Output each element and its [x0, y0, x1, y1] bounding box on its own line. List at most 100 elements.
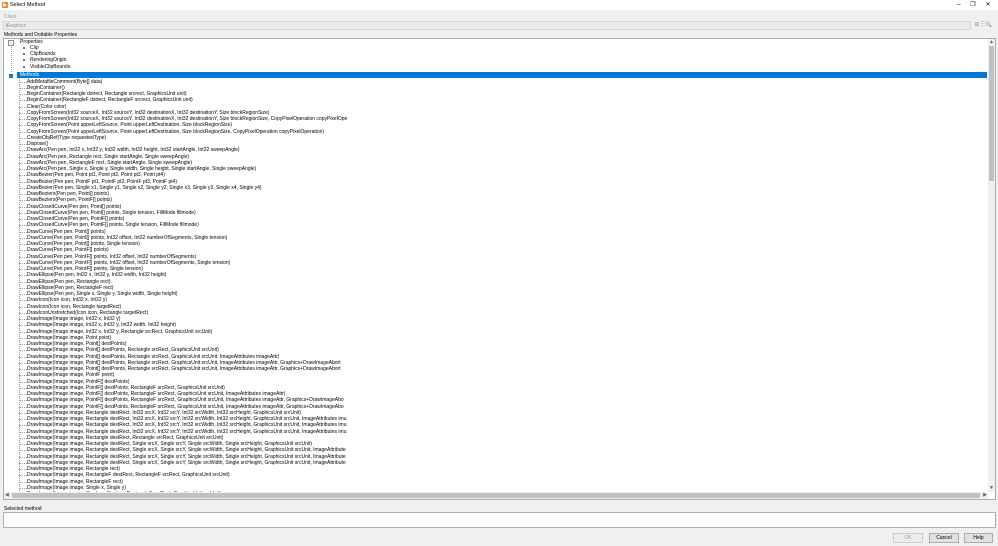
restore-button[interactable]: ❐: [966, 1, 980, 9]
tree-item-method[interactable]: DrawImage(Image image, Rectangle destRec…: [27, 416, 346, 422]
tree-item-method[interactable]: DrawImage(Image image, Rectangle destRec…: [27, 435, 223, 441]
tree-item-method[interactable]: DrawBeziers(Pen pen, PointF[] points): [27, 197, 112, 203]
tree-line: [19, 87, 27, 89]
tree-item-method[interactable]: DrawCurve(Pen pen, PointF[] points): [27, 247, 109, 253]
vertical-scroll-thumb[interactable]: [989, 46, 994, 181]
tree-item-method[interactable]: DrawImage(Image image, Rectangle rect): [27, 466, 120, 472]
tree-item-method[interactable]: CopyFromScreen(Point upperLeftSource, Po…: [27, 129, 324, 135]
tree-item-property[interactable]: VisibleClipBounds: [30, 64, 70, 70]
scroll-down-icon[interactable]: ▼: [989, 485, 994, 492]
tree-item-method[interactable]: DrawBeziers(Pen pen, Point[] points): [27, 191, 109, 197]
tree-node-methods[interactable]: Methods: [20, 72, 39, 78]
tree-item-method[interactable]: DrawImage(Image image, Rectangle destRec…: [27, 429, 346, 435]
tree-item-method[interactable]: DrawCurve(Pen pen, PointF[] points, Int3…: [27, 254, 196, 260]
tree-item-method[interactable]: DrawEllipse(Pen pen, Int32 x, Int32 y, I…: [27, 272, 166, 278]
collapse-properties-icon[interactable]: –: [8, 40, 14, 46]
tree-item-property[interactable]: ClipBounds: [30, 51, 56, 57]
scroll-right-icon[interactable]: ▶: [983, 492, 987, 499]
tree-item-method[interactable]: CopyFromScreen(Int32 sourceX, Int32 sour…: [27, 116, 347, 122]
vertical-scrollbar[interactable]: ▲ ▼: [988, 39, 995, 492]
tree-item-method[interactable]: DrawArc(Pen pen, RectangleF rect, Single…: [27, 160, 192, 166]
tree-item-method[interactable]: DrawCurve(Pen pen, PointF[] points, Int3…: [27, 260, 230, 266]
tree-item-method[interactable]: DrawImage(Image image, Point[] destPoint…: [27, 366, 341, 372]
cancel-button[interactable]: Cancel: [929, 533, 959, 543]
tree-item-method[interactable]: DrawCurve(Pen pen, Point[] points, Singl…: [27, 241, 140, 247]
tree-item-method[interactable]: DrawImage(Image image, Point point): [27, 335, 111, 341]
tree-item-method[interactable]: DrawImage(Image image, PointF[] destPoin…: [27, 379, 130, 385]
minimize-button[interactable]: –: [952, 1, 966, 9]
tree-item-method[interactable]: DrawImage(Image image, RectangleF destRe…: [27, 472, 230, 478]
ok-button[interactable]: OK: [893, 533, 923, 543]
tree-item-method[interactable]: DrawImage(Image image, Point[] destPoint…: [27, 360, 341, 366]
selected-method-field[interactable]: [3, 512, 996, 528]
tree-item-method[interactable]: CopyFromScreen(Point upperLeftSource, Po…: [27, 122, 232, 128]
tree-item-method[interactable]: DrawBezier(Pen pen, Single x1, Single y1…: [27, 185, 262, 191]
selection-highlight: [17, 72, 987, 78]
tree-item-method[interactable]: BeginContainer(): [27, 85, 65, 91]
tree-item-method[interactable]: DrawArc(Pen pen, Int32 x, Int32 y, Int32…: [27, 147, 240, 153]
tree-line: [19, 250, 27, 252]
tree-item-method[interactable]: DrawCurve(Pen pen, Point[] points, Int32…: [27, 235, 227, 241]
tree-item-method[interactable]: DrawImage(Image image, Int32 x, Int32 y): [27, 316, 120, 322]
tree-item-method[interactable]: DrawArc(Pen pen, Rectangle rect, Single …: [27, 154, 189, 160]
tree-item-method[interactable]: DrawImage(Image image, Point[] destPoint…: [27, 347, 219, 353]
tree-item-method[interactable]: CopyFromScreen(Int32 sourceX, Int32 sour…: [27, 110, 269, 116]
help-button[interactable]: Help: [964, 533, 993, 543]
tree-item-method[interactable]: DrawImage(Image image, Rectangle destRec…: [27, 454, 346, 460]
tree-item-method[interactable]: DrawImage(Image image, Point[] destPoint…: [27, 354, 279, 360]
tree-item-method[interactable]: DrawCurve(Pen pen, Point[] points): [27, 229, 106, 235]
tree-item-method[interactable]: DrawBezier(Pen pen, PointF pt1, PointF p…: [27, 179, 177, 185]
tree-line: [19, 487, 27, 489]
tree-item-method[interactable]: DrawImage(Image image, Rectangle destRec…: [27, 460, 346, 466]
tree-item-method[interactable]: DrawImage(Image image, Rectangle destRec…: [27, 447, 346, 453]
tree-item-method[interactable]: DrawImage(Image image, PointF point): [27, 372, 114, 378]
tree-line: [19, 325, 27, 327]
scroll-up-icon[interactable]: ▲: [989, 39, 994, 46]
tree-item-method[interactable]: DrawEllipse(Pen pen, Rectangle rect): [27, 279, 110, 285]
tree-item-method[interactable]: DrawImage(Image image, PointF[] destPoin…: [27, 397, 344, 403]
scroll-left-icon[interactable]: ◀: [5, 492, 9, 499]
horizontal-scroll-thumb[interactable]: [12, 493, 980, 498]
tree-item-method[interactable]: BeginContainer(RectangleF dstrect, Recta…: [27, 97, 193, 103]
collapse-methods-icon[interactable]: –: [8, 73, 14, 79]
tree-item-method[interactable]: DrawArc(Pen pen, Single x, Single y, Sin…: [27, 166, 256, 172]
tree-item-method[interactable]: DrawEllipse(Pen pen, Single x, Single y,…: [27, 291, 178, 297]
tree-item-method[interactable]: AddMetafileComment(Byte[] data): [27, 79, 102, 85]
tree-item-method[interactable]: DrawImage(Image image, Rectangle destRec…: [27, 441, 312, 447]
tree-item-method[interactable]: BeginContainer(Rectangle dstrect, Rectan…: [27, 91, 187, 97]
tree-item-method[interactable]: DrawIcon(Icon icon, Rectangle targetRect…: [27, 304, 121, 310]
tree-item-method[interactable]: DrawIconUnstretched(Icon icon, Rectangle…: [27, 310, 148, 316]
chevron-down-icon[interactable]: ▾: [6, 23, 968, 29]
tree-item-method[interactable]: DrawBezier(Pen pen, Point pt1, Point pt2…: [27, 172, 165, 178]
tree-item-method[interactable]: DrawClosedCurve(Pen pen, PointF[] points…: [27, 222, 199, 228]
tree-item-method[interactable]: DrawClosedCurve(Pen pen, Point[] points,…: [27, 210, 196, 216]
tree-item-method[interactable]: DrawImage(Image image, PointF[] destPoin…: [27, 385, 225, 391]
methods-tree[interactable]: – Properties – Methods Clip ClipBounds Ren…: [3, 38, 996, 500]
tree-item-method[interactable]: DrawImage(Image image, Int32 x, Int32 y,…: [27, 322, 176, 328]
tree-item-method[interactable]: DrawImage(Image image, Int32 x, Int32 y,…: [27, 329, 212, 335]
tree-line: [19, 356, 27, 358]
tree-item-method[interactable]: Dispose(): [27, 141, 48, 147]
tree-item-method[interactable]: DrawEllipse(Pen pen, RectangleF rect): [27, 285, 113, 291]
close-button[interactable]: ✕: [981, 1, 995, 9]
tree-item-method[interactable]: DrawClosedCurve(Pen pen, Point[] points): [27, 204, 121, 210]
class-combo[interactable]: Graphics ▾: [3, 21, 971, 30]
tree-item-method[interactable]: DrawImage(Image image, Rectangle destRec…: [27, 422, 346, 428]
tree-item-property[interactable]: Clip: [30, 45, 39, 51]
horizontal-scrollbar[interactable]: ◀ ▶: [4, 492, 988, 499]
tree-item-property[interactable]: RenderingOrigin: [30, 57, 66, 63]
tree-item-method[interactable]: DrawImage(Image image, Rectangle destRec…: [27, 410, 301, 416]
tree-item-method[interactable]: DrawIcon(Icon icon, Int32 x, Int32 y): [27, 297, 107, 303]
tree-item-method[interactable]: Clear(Color color): [27, 104, 66, 110]
tree-item-method[interactable]: DrawImage(Image image, PointF[] destPoin…: [27, 391, 285, 397]
tree-item-method[interactable]: DrawImage(Image image, Point[] destPoint…: [27, 341, 127, 347]
tree-item-method[interactable]: DrawClosedCurve(Pen pen, PointF[] points…: [27, 216, 124, 222]
tree-line: [19, 275, 27, 277]
tree-item-method[interactable]: DrawImage(Image image, RectangleF rect): [27, 479, 123, 485]
tree-item-method[interactable]: CreateObjRef(Type requestedType): [27, 135, 106, 141]
tree-item-method[interactable]: DrawImage(Image image, Single x, Single …: [27, 485, 126, 491]
tree-line: [19, 312, 27, 314]
tree-item-method[interactable]: DrawImage(Image image, PointF[] destPoin…: [27, 404, 344, 410]
search-icon[interactable]: 🔍: [985, 21, 993, 29]
tree-item-method[interactable]: DrawCurve(Pen pen, PointF[] points, Sing…: [27, 266, 143, 272]
